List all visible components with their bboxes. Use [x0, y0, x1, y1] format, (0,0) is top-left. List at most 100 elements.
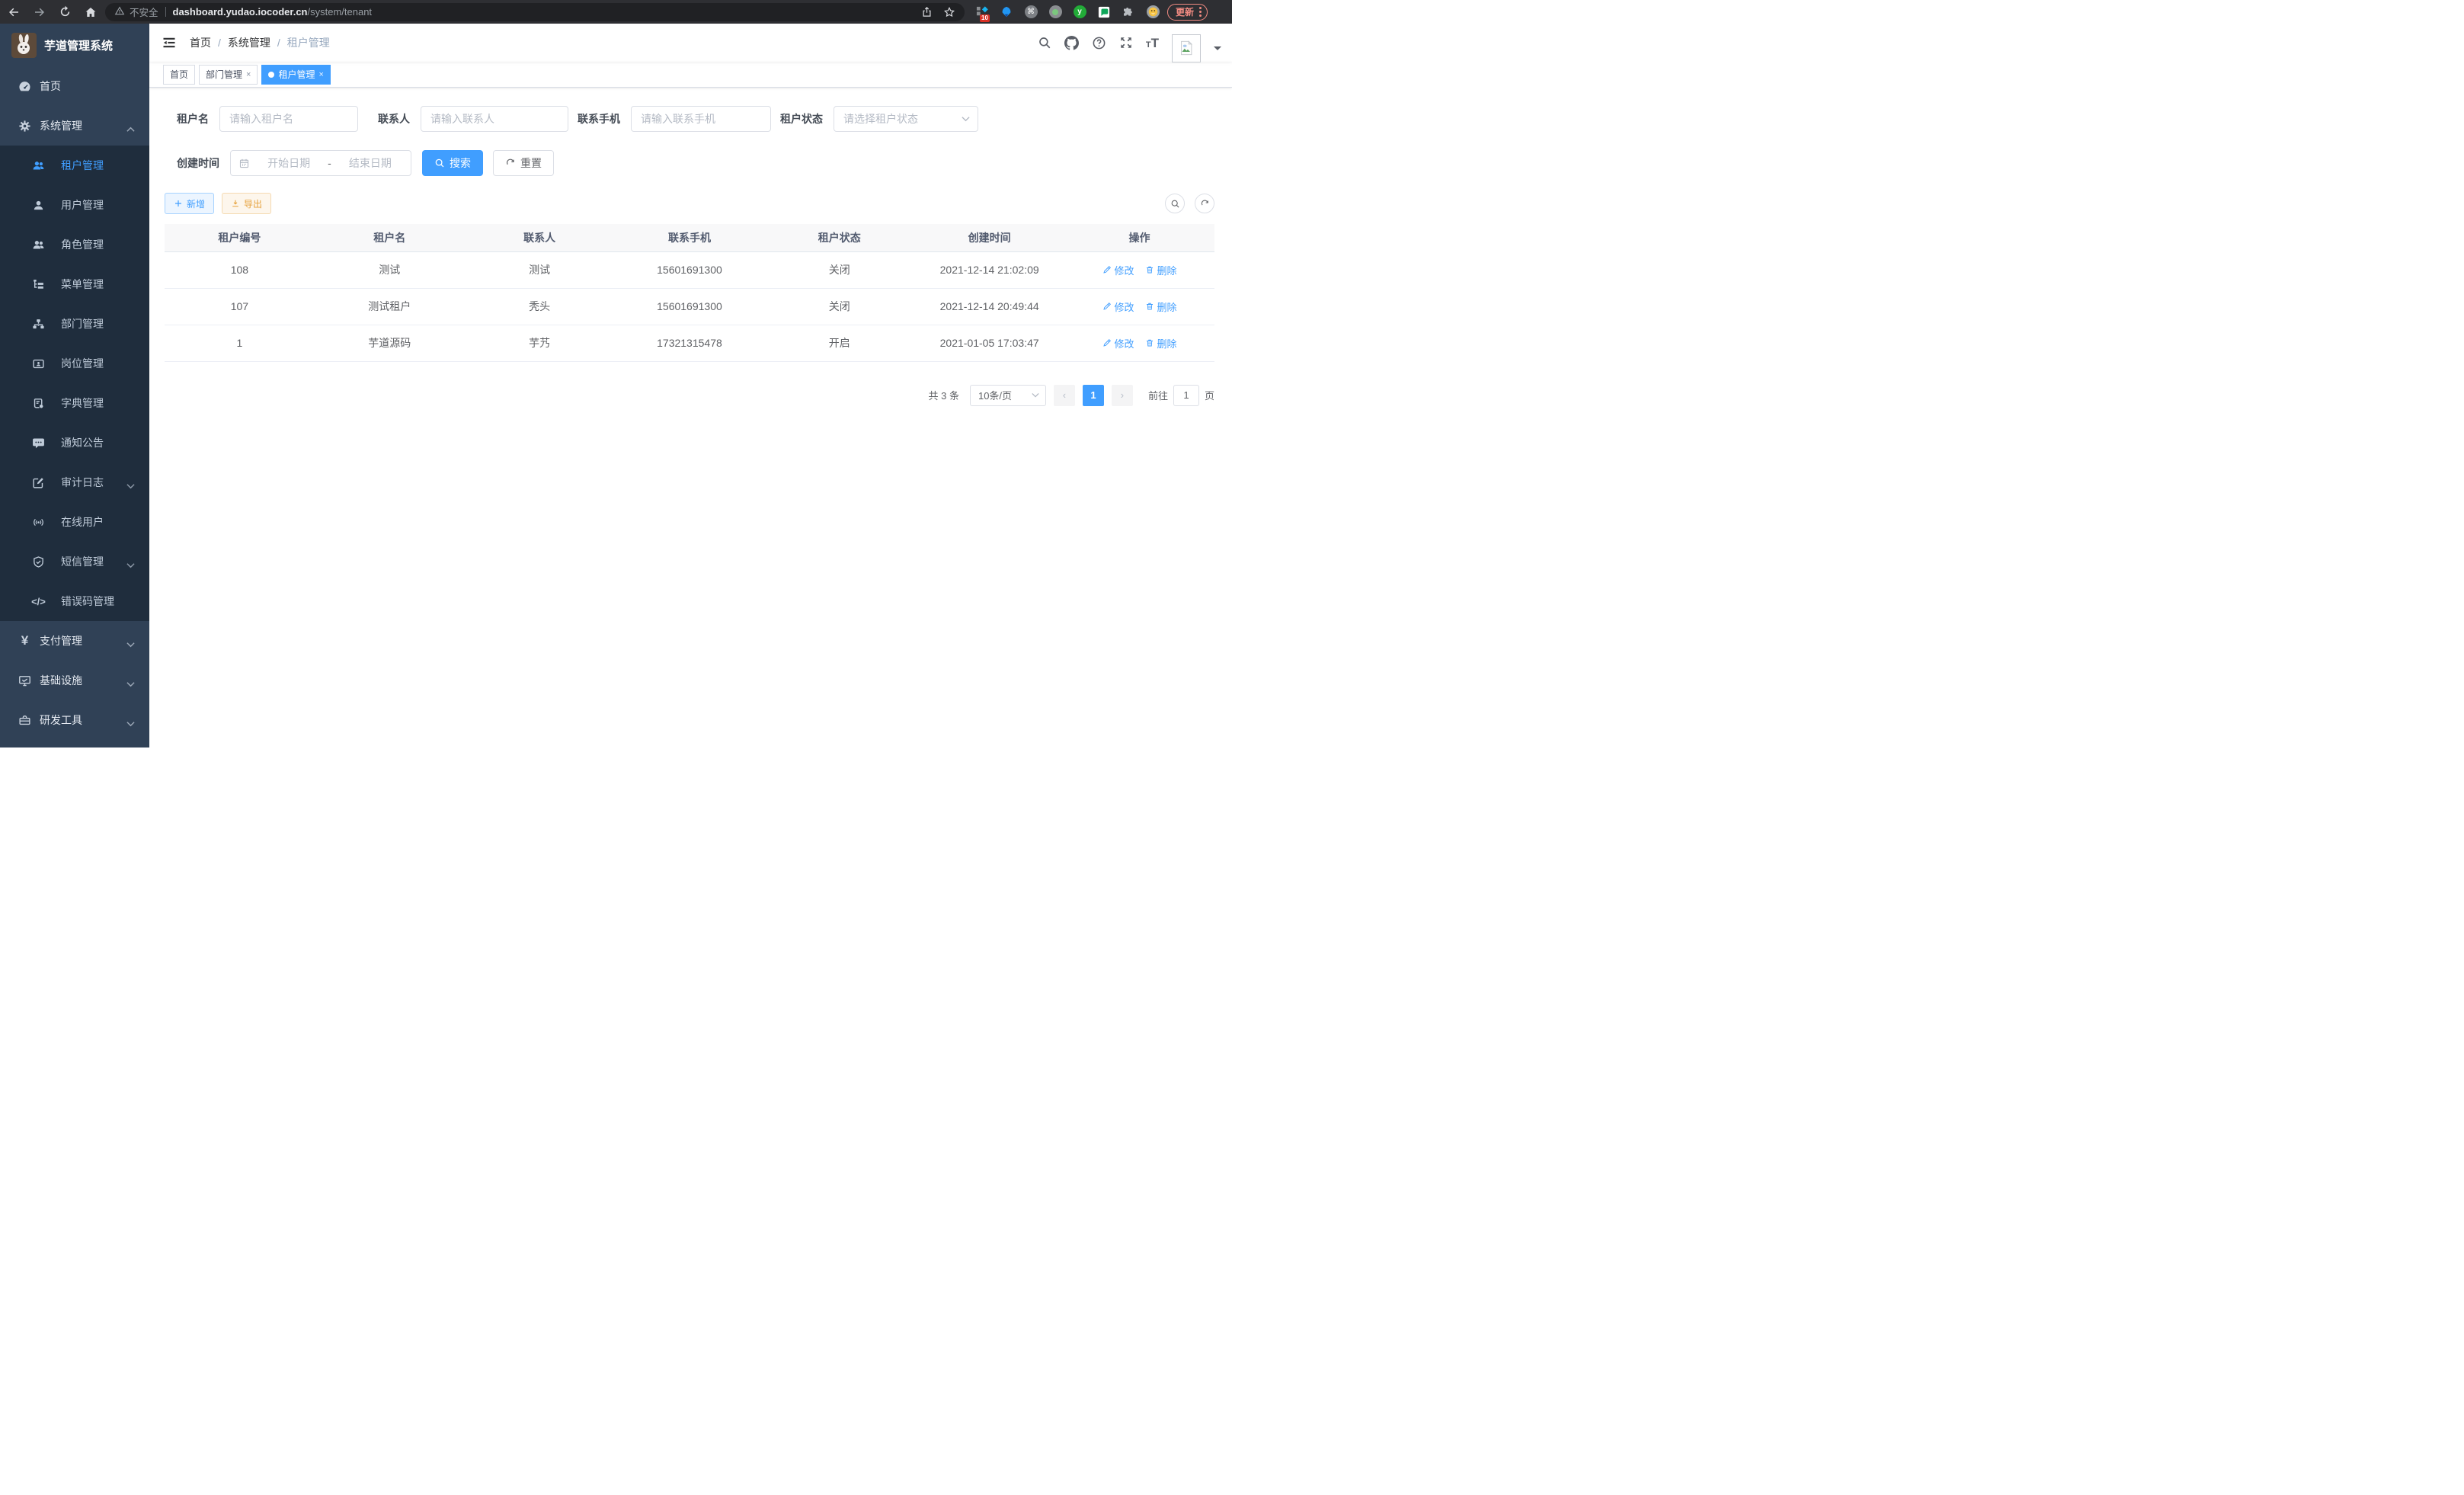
- address-bar[interactable]: 不安全 dashboard.yudao.iocoder.cn/system/te…: [105, 3, 965, 21]
- edit-link[interactable]: 修改: [1102, 336, 1134, 351]
- sidebar-item-error-code[interactable]: </> 错误码管理: [0, 581, 149, 621]
- status-label: 租户状态: [780, 111, 823, 126]
- extension-y-icon[interactable]: y: [1073, 5, 1086, 19]
- toggle-search-button[interactable]: [1165, 194, 1185, 213]
- sidebar-item-payment[interactable]: ¥ 支付管理: [0, 621, 149, 661]
- next-page-button[interactable]: ›: [1112, 385, 1133, 406]
- bookmark-star-icon[interactable]: [943, 6, 955, 18]
- active-tab-dot: [268, 72, 274, 78]
- breadcrumb-system[interactable]: 系统管理: [228, 35, 270, 50]
- chrome-update-button[interactable]: 更新: [1167, 4, 1208, 21]
- chrome-menu-icon[interactable]: [1199, 7, 1202, 17]
- status-text: 关闭: [764, 251, 914, 288]
- app-logo-row[interactable]: 芋道管理系统: [0, 24, 149, 66]
- plus-icon: [174, 199, 183, 208]
- profile-avatar-icon[interactable]: [1146, 5, 1160, 19]
- goto-page-input[interactable]: [1173, 385, 1199, 406]
- extensions-puzzle-icon[interactable]: [1122, 5, 1135, 19]
- tab-tenant[interactable]: 租户管理×: [261, 65, 330, 85]
- sidebar-item-dict[interactable]: 字典管理: [0, 383, 149, 423]
- font-size-icon[interactable]: TT: [1146, 37, 1159, 50]
- delete-link[interactable]: 删除: [1145, 299, 1177, 314]
- sidebar-item-dept[interactable]: 部门管理: [0, 304, 149, 344]
- reset-button[interactable]: 重置: [493, 150, 554, 176]
- extension-grid-icon[interactable]: 10: [975, 5, 989, 19]
- col-tenant-name: 租户名: [315, 224, 465, 251]
- header-search-icon[interactable]: [1038, 36, 1051, 50]
- tenant-name-input[interactable]: [219, 106, 358, 132]
- calendar-icon: [238, 158, 250, 169]
- col-create-time: 创建时间: [914, 224, 1064, 251]
- extension-badge: 10: [980, 14, 990, 22]
- table-header-row: 租户编号 租户名 联系人 联系手机 租户状态 创建时间 操作: [165, 224, 1214, 251]
- tab-home[interactable]: 首页: [163, 65, 195, 85]
- fullscreen-icon[interactable]: [1119, 36, 1133, 50]
- status-select[interactable]: 请选择租户状态: [834, 106, 978, 132]
- sidebar-item-user[interactable]: 用户管理: [0, 185, 149, 225]
- export-button[interactable]: 导出: [222, 193, 271, 214]
- col-phone: 联系手机: [615, 224, 765, 251]
- sidebar-collapse-icon[interactable]: [162, 35, 177, 50]
- breadcrumb-current: 租户管理: [287, 35, 330, 50]
- reload-icon[interactable]: [59, 5, 72, 18]
- sidebar-item-audit-log[interactable]: 审计日志: [0, 463, 149, 502]
- dictionary-icon: [31, 397, 46, 410]
- sidebar-item-online-users[interactable]: 在线用户: [0, 502, 149, 542]
- avatar-caret-icon[interactable]: [1214, 46, 1221, 54]
- delete-link[interactable]: 删除: [1145, 263, 1177, 277]
- create-time-label: 创建时间: [177, 155, 219, 171]
- security-label[interactable]: 不安全: [130, 5, 158, 19]
- sidebar-item-home[interactable]: 首页: [0, 66, 149, 106]
- tenant-name-label: 租户名: [177, 111, 209, 126]
- prev-page-button[interactable]: ‹: [1054, 385, 1075, 406]
- omnibox-separator: [165, 7, 166, 17]
- user-avatar-broken-image[interactable]: [1172, 34, 1201, 62]
- filter-form: 租户名 联系人 联系手机 租户状态 请选择租户状态: [177, 106, 1214, 176]
- add-button[interactable]: 新增: [165, 193, 214, 214]
- share-icon[interactable]: [921, 6, 933, 18]
- edit-icon: [1102, 265, 1112, 274]
- col-contact: 联系人: [465, 224, 615, 251]
- sidebar-item-role[interactable]: 角色管理: [0, 225, 149, 264]
- sidebar-item-infrastructure[interactable]: 基础设施: [0, 661, 149, 700]
- chevron-down-icon: [126, 479, 135, 491]
- sidebar-item-tenant[interactable]: 租户管理: [0, 146, 149, 185]
- page-number-current[interactable]: 1: [1083, 385, 1104, 406]
- extension-record-icon[interactable]: [1048, 5, 1062, 19]
- delete-link[interactable]: 删除: [1145, 336, 1177, 351]
- total-count: 共 3 条: [929, 388, 959, 402]
- edit-link[interactable]: 修改: [1102, 263, 1134, 277]
- page-size-select[interactable]: 10条/页: [970, 385, 1046, 406]
- phone-input[interactable]: [631, 106, 771, 132]
- close-icon[interactable]: ×: [246, 70, 251, 79]
- sidebar-item-sms[interactable]: 短信管理: [0, 542, 149, 581]
- breadcrumb-home[interactable]: 首页: [190, 35, 211, 50]
- sidebar-item-post[interactable]: 岗位管理: [0, 344, 149, 383]
- sidebar-item-menu[interactable]: 菜单管理: [0, 264, 149, 304]
- contact-input[interactable]: [421, 106, 568, 132]
- col-tenant-id: 租户编号: [165, 224, 315, 251]
- shield-check-icon: [31, 555, 46, 568]
- edit-link[interactable]: 修改: [1102, 299, 1134, 314]
- refresh-table-button[interactable]: [1195, 194, 1214, 213]
- sidebar-item-dev-tools[interactable]: 研发工具: [0, 700, 149, 740]
- table-row: 1 芋道源码 芋艿 17321315478 开启 2021-01-05 17:0…: [165, 325, 1214, 361]
- extension-kite-icon[interactable]: [1000, 5, 1013, 19]
- forward-icon[interactable]: [33, 5, 46, 19]
- date-range-picker[interactable]: 开始日期 - 结束日期: [230, 150, 411, 176]
- search-button[interactable]: 搜索: [422, 150, 483, 176]
- page-unit-label: 页: [1205, 388, 1214, 402]
- extensions-row: 10 ⌘ y: [975, 5, 1160, 19]
- sidebar-item-system[interactable]: 系统管理: [0, 106, 149, 146]
- refresh-icon: [505, 158, 516, 168]
- extension-chat-icon[interactable]: [1097, 5, 1111, 19]
- github-icon[interactable]: [1064, 36, 1079, 50]
- gear-icon: [18, 120, 32, 133]
- help-icon[interactable]: [1092, 36, 1106, 50]
- close-icon[interactable]: ×: [318, 70, 323, 79]
- sidebar-item-notice[interactable]: 通知公告: [0, 423, 149, 463]
- home-icon[interactable]: [84, 5, 98, 19]
- back-icon[interactable]: [7, 5, 21, 19]
- tab-dept[interactable]: 部门管理×: [199, 65, 258, 85]
- extension-command-icon[interactable]: ⌘: [1024, 5, 1038, 19]
